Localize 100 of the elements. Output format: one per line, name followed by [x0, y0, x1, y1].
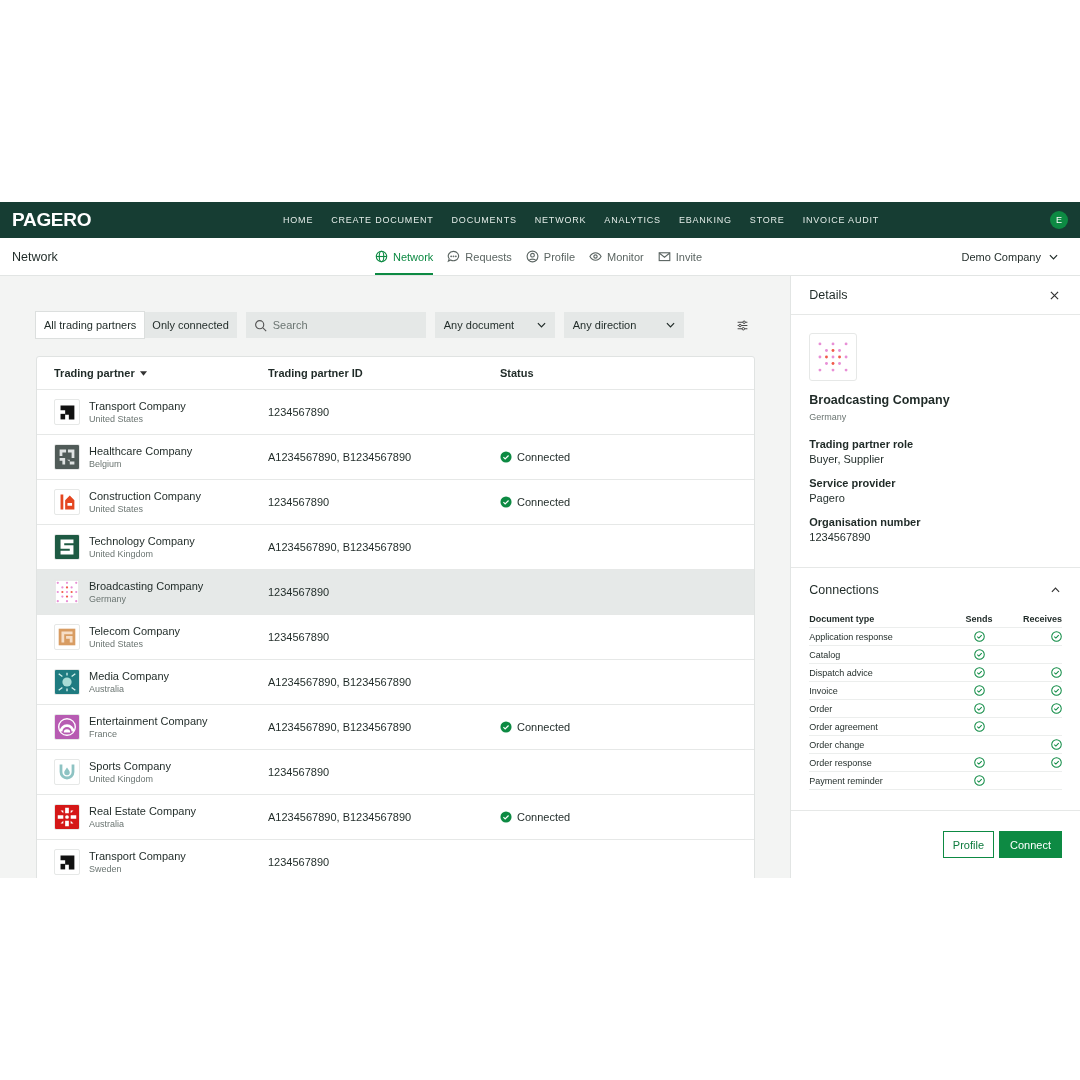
column-header: Receives: [1021, 613, 1062, 624]
settings-icon[interactable]: [736, 318, 750, 332]
table-row[interactable]: Telecom Company United States 1234567890: [37, 615, 755, 660]
filter-dropdown[interactable]: Any direction: [563, 312, 684, 338]
document-type: Invoice: [809, 685, 839, 696]
field-value: Pagero: [809, 492, 846, 504]
user-avatar[interactable]: E: [1050, 211, 1068, 229]
filter-dropdown[interactable]: Any document: [434, 312, 555, 338]
partner-country: United States: [89, 504, 145, 514]
status-text: Connected: [517, 721, 571, 733]
partner-country: Australia: [89, 819, 125, 829]
check-icon: [500, 496, 512, 508]
partner-id: 1234567890: [268, 631, 331, 643]
document-type: Order agreement: [809, 721, 879, 732]
search-icon: [253, 318, 267, 332]
column-header[interactable]: Trading partner: [37, 367, 268, 379]
nav-link[interactable]: STORE: [749, 215, 785, 225]
column-header: Sends: [964, 613, 994, 624]
document-type: Order: [809, 703, 834, 714]
partner-country: Belgium: [89, 459, 123, 469]
nav-link[interactable]: NETWORK: [534, 215, 587, 225]
tab[interactable]: Profile: [525, 238, 575, 275]
table-row[interactable]: Broadcasting Company Germany 1234567890: [37, 570, 755, 615]
table-row[interactable]: Construction Company United States 1234567890 Connected: [37, 480, 755, 525]
partner-country: United States: [89, 639, 145, 649]
status-text: Connected: [517, 496, 571, 508]
partner-name: Sports Company: [89, 760, 171, 772]
check-icon: [500, 451, 512, 463]
nav-link[interactable]: HOME: [283, 215, 314, 225]
partner-country: United Kingdom: [89, 549, 155, 559]
column-header: Trading partner ID: [268, 367, 364, 379]
profile-button[interactable]: Profile: [942, 831, 994, 858]
document-type: Order change: [809, 739, 866, 750]
tab[interactable]: Monitor: [589, 238, 644, 275]
partner-country: United Kingdom: [89, 774, 155, 784]
partner-name: Real Estate Company: [89, 805, 196, 817]
logo-icon: [54, 849, 80, 875]
logo-icon: [809, 333, 858, 381]
section-title: Connections: [809, 583, 879, 597]
page-title: Network: [12, 249, 59, 264]
partner-name: Broadcasting Company: [809, 393, 951, 407]
collapse-icon[interactable]: [1051, 587, 1060, 593]
partner-name: Telecom Company: [89, 625, 181, 637]
logo-icon: [54, 669, 80, 695]
field-value: Buyer, Supplier: [809, 453, 885, 465]
partner-id: 1234567890: [268, 766, 331, 778]
table-row[interactable]: Transport Company Sweden 1234567890: [37, 840, 755, 878]
logo-icon: [54, 759, 80, 785]
document-type: Payment reminder: [809, 775, 884, 786]
search-field[interactable]: Search: [245, 312, 426, 338]
partner-country: Australia: [89, 684, 125, 694]
partner-country: Germany: [89, 594, 127, 604]
document-type: Order response: [809, 757, 873, 768]
logo-icon: [54, 714, 80, 740]
tab[interactable]: Requests: [447, 238, 512, 275]
connect-button[interactable]: Connect: [999, 831, 1062, 858]
partner-country: Germany: [809, 412, 848, 422]
nav-link[interactable]: EBANKING: [678, 215, 732, 225]
partner-name: Technology Company: [89, 535, 195, 547]
globe-icon: [375, 250, 388, 263]
chevron-down-icon: [536, 322, 546, 328]
close-icon[interactable]: [1050, 290, 1059, 300]
chat-icon: [447, 250, 461, 263]
chevron-down-icon: [665, 322, 675, 328]
table-row[interactable]: Healthcare Company Belgium A1234567890, B1234567890 Connected: [37, 435, 755, 480]
column-header: Document type: [809, 613, 876, 624]
nav-link[interactable]: DOCUMENTS: [451, 215, 517, 225]
logo-icon: [54, 489, 80, 515]
table-row[interactable]: Transport Company United States 1234567890: [37, 390, 755, 435]
brand-logo[interactable]: PAGERO: [12, 209, 252, 231]
logo-icon: [54, 804, 80, 830]
panel-title: Details: [809, 288, 848, 302]
table-row[interactable]: Entertainment Company France A1234567890, B1234567890 Connected: [37, 705, 755, 750]
document-type: Dispatch advice: [809, 667, 874, 678]
field-value: 1234567890: [809, 531, 872, 543]
column-header: Status: [500, 367, 535, 379]
sort-icon: [139, 370, 147, 376]
nav-link[interactable]: INVOICE AUDIT: [802, 215, 880, 225]
status-text: Connected: [517, 811, 571, 823]
field-label: Organisation number: [809, 516, 922, 528]
partner-country: United States: [89, 414, 145, 424]
partner-id: 1234567890: [268, 496, 331, 508]
partner-country: France: [89, 729, 118, 739]
nav-link[interactable]: CREATE DOCUMENT: [331, 215, 434, 225]
partner-name: Transport Company: [89, 850, 186, 862]
partner-name: Entertainment Company: [89, 715, 208, 727]
partner-country: Sweden: [89, 864, 123, 874]
nav-link[interactable]: ANALYTICS: [604, 215, 661, 225]
segment-button[interactable]: Only connected: [144, 312, 237, 338]
table-row[interactable]: Media Company Australia A1234567890, B1234567890: [37, 660, 755, 705]
table-row[interactable]: Sports Company United Kingdom 1234567890: [37, 750, 755, 795]
field-label: Service provider: [809, 477, 897, 489]
partner-name: Media Company: [89, 670, 170, 682]
tab[interactable]: Invite: [657, 238, 702, 275]
mail-icon: [657, 250, 671, 263]
segment-button[interactable]: All trading partners: [36, 312, 145, 338]
company-dropdown[interactable]: Demo Company: [961, 250, 1068, 263]
table-row[interactable]: Real Estate Company Australia A1234567890, B1234567890 Connected: [37, 795, 755, 840]
partner-id: A1234567890, B1234567890: [268, 451, 413, 463]
partner-id: 1234567890: [268, 856, 331, 868]
